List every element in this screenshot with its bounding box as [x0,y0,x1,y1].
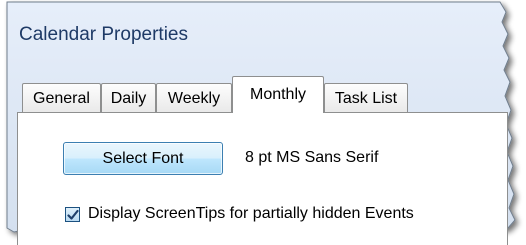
tab-task-list-label: Task List [334,90,398,107]
monthly-tab-panel [17,112,508,245]
screenshot-canvas: Calendar Properties General Daily Weekly… [0,0,526,245]
select-font-button[interactable]: Select Font [63,142,223,175]
tab-task-list[interactable]: Task List [324,83,408,114]
window-title: Calendar Properties [19,24,188,45]
tab-weekly[interactable]: Weekly [156,83,232,114]
tab-daily-label: Daily [110,90,147,107]
tab-general-label: General [33,90,90,107]
tab-monthly-label: Monthly [249,86,307,103]
tab-monthly[interactable]: Monthly [232,76,324,113]
tab-general[interactable]: General [22,83,101,114]
tab-daily[interactable]: Daily [101,83,156,114]
tab-weekly-label: Weekly [167,90,221,107]
screentips-checkbox-label[interactable]: Display ScreenTips for partially hidden … [88,205,414,223]
font-description: 8 pt MS Sans Serif [245,149,379,166]
checkmark-icon [66,209,79,220]
screentips-checkbox[interactable] [65,207,80,222]
